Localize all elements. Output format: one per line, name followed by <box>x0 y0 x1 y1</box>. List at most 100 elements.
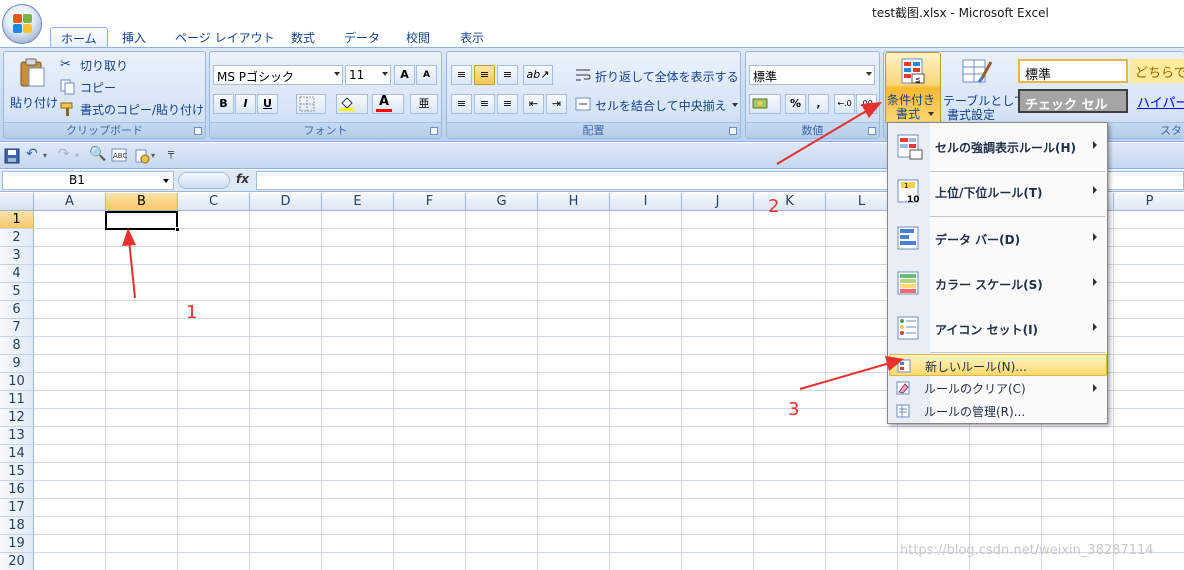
menu-item-data-bars[interactable]: データ バー(D) <box>889 217 1107 262</box>
row-header-7[interactable]: 7 <box>0 319 34 337</box>
column-header-g[interactable]: G <box>466 193 538 211</box>
name-box[interactable]: B1 <box>2 171 174 190</box>
row-header-2[interactable]: 2 <box>0 229 34 247</box>
fill-color-button[interactable] <box>336 94 368 114</box>
row-header-19[interactable]: 19 <box>0 535 34 553</box>
font-dialog-launcher[interactable] <box>430 127 438 135</box>
column-header-d[interactable]: D <box>250 193 322 211</box>
column-header-k[interactable]: K <box>754 193 826 211</box>
undo-icon[interactable]: ↶ <box>26 146 38 162</box>
office-button[interactable] <box>2 4 42 44</box>
font-name-combo[interactable]: MS Pゴシック <box>213 65 343 85</box>
column-header-f[interactable]: F <box>394 193 466 211</box>
row-header-4[interactable]: 4 <box>0 265 34 283</box>
spelling-icon[interactable]: ABC <box>111 148 127 164</box>
grow-font-button[interactable]: A <box>394 65 415 85</box>
bold-button[interactable]: B <box>213 94 234 114</box>
format-painter-button[interactable]: 書式のコピー/貼り付け <box>60 100 206 118</box>
font-color-button[interactable]: A <box>372 94 404 114</box>
conditional-formatting-button[interactable]: ≦ 条件付き 書式 <box>885 52 941 124</box>
cell-style-neutral[interactable]: どちらで <box>1130 59 1184 83</box>
tab-formulas[interactable]: 数式 <box>281 27 325 48</box>
currency-button[interactable] <box>749 94 781 114</box>
row-header-20[interactable]: 20 <box>0 553 34 570</box>
active-cell-b1[interactable] <box>105 211 180 232</box>
save-icon[interactable] <box>4 148 20 164</box>
row-header-11[interactable]: 11 <box>0 391 34 409</box>
align-center-button[interactable]: ≡ <box>474 94 495 114</box>
redo-dropdown-icon[interactable]: ▾ <box>75 151 79 160</box>
align-left-button[interactable]: ≡ <box>451 94 472 114</box>
cell-style-normal[interactable]: 標準 <box>1018 59 1128 83</box>
row-header-16[interactable]: 16 <box>0 481 34 499</box>
wrap-text-button[interactable]: 折り返して全体を表示する <box>575 65 739 85</box>
percent-button[interactable]: % <box>785 94 806 114</box>
menu-item-icon-sets[interactable]: アイコン セット(I) <box>889 307 1107 352</box>
fill-handle[interactable] <box>175 227 180 232</box>
tab-insert[interactable]: 挿入 <box>112 27 156 48</box>
column-header-i[interactable]: I <box>610 193 682 211</box>
copy-button[interactable]: コピー <box>60 78 180 96</box>
italic-button[interactable]: I <box>235 94 256 114</box>
object-dropdown-icon[interactable]: ▾ <box>151 151 155 160</box>
column-header-a[interactable]: A <box>34 193 106 211</box>
alignment-dialog-launcher[interactable] <box>729 127 737 135</box>
clipboard-dialog-launcher[interactable] <box>194 127 202 135</box>
tab-page-layout[interactable]: ページ レイアウト <box>165 27 285 48</box>
tab-home[interactable]: ホーム <box>50 27 108 48</box>
row-header-3[interactable]: 3 <box>0 247 34 265</box>
comma-button[interactable]: , <box>808 94 829 114</box>
column-header-e[interactable]: E <box>322 193 394 211</box>
menu-item-color-scales[interactable]: カラー スケール(S) <box>889 262 1107 307</box>
menu-item-highlight-cells-rules[interactable]: セルの強調表示ルール(H) <box>889 125 1107 170</box>
underline-button[interactable]: U <box>257 94 278 114</box>
decrease-indent-button[interactable]: ⇤ <box>523 94 544 114</box>
align-right-button[interactable]: ≡ <box>497 94 518 114</box>
row-header-15[interactable]: 15 <box>0 463 34 481</box>
row-header-18[interactable]: 18 <box>0 517 34 535</box>
column-header-j[interactable]: J <box>682 193 754 211</box>
increase-decimal-button[interactable]: ←.0 <box>834 94 855 114</box>
align-middle-button[interactable]: ≡ <box>474 65 495 85</box>
menu-item-top-bottom-rules[interactable]: 1 10 上位/下位ルール(T) <box>889 170 1107 215</box>
menu-item-clear-rules[interactable]: ルールのクリア(C) <box>889 377 1107 399</box>
merge-center-button[interactable]: セルを結合して中央揃え <box>575 94 739 114</box>
cell-style-hyperlink[interactable]: ハイパー <box>1132 89 1184 113</box>
row-header-8[interactable]: 8 <box>0 337 34 355</box>
font-size-combo[interactable]: 11 <box>345 65 391 85</box>
select-all-corner[interactable] <box>0 193 34 211</box>
row-header-1[interactable]: 1 <box>0 211 34 229</box>
row-header-10[interactable]: 10 <box>0 373 34 391</box>
row-header-17[interactable]: 17 <box>0 499 34 517</box>
row-header-14[interactable]: 14 <box>0 445 34 463</box>
format-as-table-button[interactable]: テーブルとして 書式設定 <box>943 54 1026 124</box>
tab-view[interactable]: 表示 <box>450 27 494 48</box>
redo-icon[interactable]: ↷ <box>58 146 70 162</box>
number-format-combo[interactable]: 標準 <box>749 65 875 85</box>
menu-item-manage-rules[interactable]: ルールの管理(R)... <box>889 400 1107 422</box>
phonetic-button[interactable]: 亜 <box>410 94 438 114</box>
customize-qat-icon[interactable]: ╤ <box>168 148 174 159</box>
column-header-c[interactable]: C <box>178 193 250 211</box>
insert-object-icon[interactable] <box>134 148 150 164</box>
row-header-9[interactable]: 9 <box>0 355 34 373</box>
align-top-button[interactable]: ≡ <box>451 65 472 85</box>
cut-button[interactable]: ✂ 切り取り <box>60 56 180 74</box>
undo-dropdown-icon[interactable]: ▾ <box>43 151 47 160</box>
shrink-font-button[interactable]: A <box>416 65 437 85</box>
row-header-13[interactable]: 13 <box>0 427 34 445</box>
column-header-b[interactable]: B <box>106 193 178 211</box>
print-preview-icon[interactable]: 🔍 <box>89 146 106 162</box>
number-dialog-launcher[interactable] <box>868 127 876 135</box>
menu-item-new-rule[interactable]: 新しいルール(N)... <box>889 354 1107 376</box>
tab-data[interactable]: データ <box>334 27 390 48</box>
row-header-5[interactable]: 5 <box>0 283 34 301</box>
column-header-p[interactable]: P <box>1114 193 1184 211</box>
row-header-6[interactable]: 6 <box>0 301 34 319</box>
tab-review[interactable]: 校閲 <box>396 27 440 48</box>
column-header-h[interactable]: H <box>538 193 610 211</box>
formula-splitter[interactable] <box>178 172 230 189</box>
row-header-12[interactable]: 12 <box>0 409 34 427</box>
decrease-decimal-button[interactable]: .00 <box>856 94 877 114</box>
paste-button[interactable]: 貼り付け <box>8 56 58 118</box>
